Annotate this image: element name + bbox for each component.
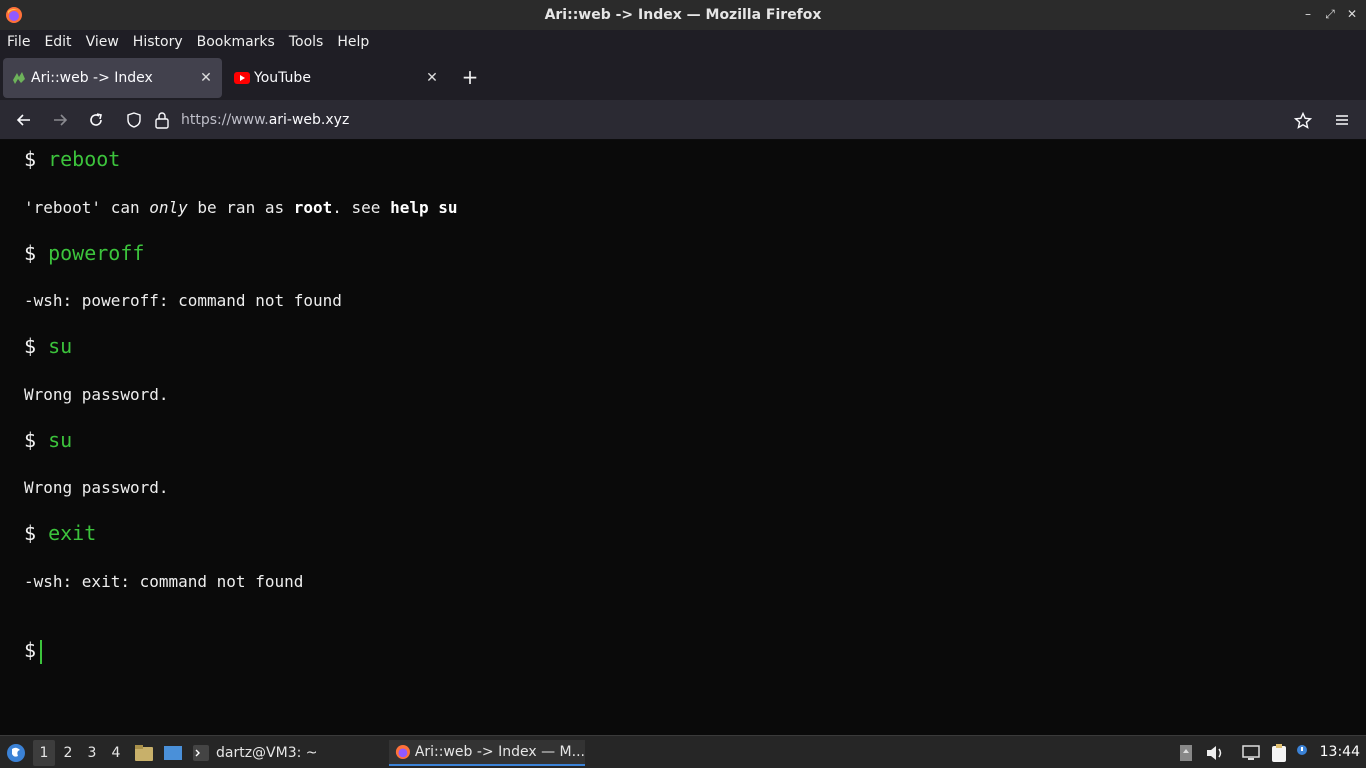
navigation-toolbar: https://www.ari-web.xyz (0, 100, 1366, 140)
close-window-button[interactable]: ✕ (1346, 7, 1358, 22)
prompt-line: $ exit (24, 521, 96, 545)
speaker-icon (1207, 746, 1222, 760)
hamburger-menu-icon (1336, 115, 1348, 125)
window-titlebar: Ari::web -> Index — Mozilla Firefox – ⤢ … (0, 0, 1366, 30)
prompt-line: $ poweroff (24, 241, 144, 265)
show-desktop-button[interactable] (162, 740, 184, 766)
text-cursor[interactable] (40, 639, 43, 664)
star-bookmark-icon[interactable] (1294, 112, 1312, 130)
desktop-icon (164, 746, 182, 760)
lock-icon[interactable] (154, 111, 170, 129)
forward-button[interactable] (48, 108, 72, 132)
tray-updates[interactable] (1177, 740, 1195, 766)
taskbar-task-terminal[interactable]: dartz@VM3: ~ (192, 740, 372, 766)
ari-web-favicon-icon (11, 70, 27, 86)
prompt-symbol: $ (24, 521, 37, 545)
page-content[interactable]: $ reboot 'reboot' can only be ran as roo… (0, 141, 1366, 735)
output-line: Wrong password. (24, 385, 169, 404)
prompt-symbol: $ (24, 638, 37, 662)
tab-youtube[interactable]: YouTube ✕ (226, 58, 448, 98)
output-line: -wsh: poweroff: command not found (24, 291, 342, 310)
prompt-line: $ reboot (24, 147, 120, 171)
menubar: File Edit View History Bookmarks Tools H… (0, 30, 1366, 54)
url-text[interactable]: https://www.ari-web.xyz (181, 112, 349, 128)
prompt-symbol: $ (24, 147, 37, 171)
shield-icon[interactable] (126, 112, 142, 128)
notification-icon (1297, 745, 1307, 755)
clipboard-icon (1272, 744, 1286, 762)
workspace-3[interactable]: 3 (81, 740, 103, 766)
package-icon (1180, 745, 1192, 761)
output-text: . see (332, 198, 391, 217)
tab-label: YouTube (254, 70, 311, 86)
firefox-icon (395, 744, 410, 760)
url-prefix: https://www. (181, 112, 269, 128)
url-host: ari-web.xyz (268, 112, 350, 128)
menu-edit[interactable]: Edit (44, 34, 71, 50)
arrow-right-icon (54, 114, 68, 126)
task-label: Ari::web -> Index — M... (414, 744, 585, 760)
output-text: 'reboot' can (24, 198, 150, 217)
menu-tools[interactable]: Tools (289, 34, 324, 50)
distro-logo-icon (7, 744, 25, 762)
tray-network[interactable] (1240, 740, 1262, 766)
terminal-icon (193, 745, 209, 761)
command-text: reboot (48, 147, 121, 171)
close-tab-icon[interactable]: ✕ (196, 70, 216, 86)
app-menu-button[interactable] (1330, 108, 1354, 132)
menu-history[interactable]: History (133, 34, 183, 50)
tray-volume[interactable] (1204, 740, 1226, 766)
tray-notifications[interactable] (1294, 740, 1310, 766)
tray-clipboard[interactable] (1268, 740, 1290, 766)
workspace-4[interactable]: 4 (105, 740, 127, 766)
output-strong: root (293, 198, 333, 217)
task-label: dartz@VM3: ~ (216, 745, 318, 761)
workspace-1[interactable]: 1 (33, 740, 55, 766)
output-line: 'reboot' can only be ran as root. see he… (24, 198, 458, 217)
menu-view[interactable]: View (86, 34, 119, 50)
menu-help[interactable]: Help (337, 34, 369, 50)
prompt-symbol: $ (24, 334, 37, 358)
taskbar-task-firefox[interactable]: Ari::web -> Index — M... (389, 740, 585, 766)
start-menu-button[interactable] (4, 740, 28, 766)
output-line: Wrong password. (24, 478, 169, 497)
url-bar[interactable]: https://www.ari-web.xyz (120, 104, 1320, 136)
workspace-2[interactable]: 2 (57, 740, 79, 766)
maximize-button[interactable]: ⤢ (1324, 7, 1336, 22)
window-title: Ari::web -> Index — Mozilla Firefox (544, 7, 822, 23)
menu-bookmarks[interactable]: Bookmarks (197, 34, 275, 50)
minimize-button[interactable]: – (1302, 7, 1314, 22)
file-manager-launcher[interactable] (133, 740, 155, 766)
back-button[interactable] (12, 108, 36, 132)
menu-file[interactable]: File (7, 34, 30, 50)
close-tab-icon[interactable]: ✕ (422, 70, 442, 86)
command-text: su (48, 334, 73, 358)
output-line: -wsh: exit: command not found (24, 572, 304, 591)
prompt-line: $ su (24, 428, 72, 452)
network-monitor-icon (1242, 745, 1260, 760)
reload-icon (90, 113, 102, 126)
prompt-line: $ su (24, 334, 72, 358)
clock[interactable]: 13:44 (1320, 744, 1360, 760)
command-text: su (48, 428, 73, 452)
command-input-line[interactable]: $ (24, 638, 43, 664)
new-tab-button[interactable]: + (458, 66, 482, 90)
folder-icon (135, 745, 153, 761)
tab-ari-web[interactable]: Ari::web -> Index ✕ (3, 58, 222, 98)
output-emphasis: only (149, 198, 188, 217)
tab-strip: Ari::web -> Index ✕ YouTube ✕ + (0, 54, 1366, 100)
reload-button[interactable] (84, 108, 108, 132)
command-text: exit (48, 521, 97, 545)
tab-label: Ari::web -> Index (31, 70, 153, 86)
prompt-symbol: $ (24, 241, 37, 265)
output-strong: help su (390, 198, 458, 217)
output-text: be ran as (187, 198, 294, 217)
prompt-symbol: $ (24, 428, 37, 452)
arrow-left-icon (16, 114, 30, 126)
taskbar: 1 2 3 4 dartz@VM3: ~ Ari::web -> Index —… (0, 735, 1366, 768)
youtube-favicon-icon (234, 70, 250, 86)
firefox-logo-icon (6, 7, 22, 23)
command-text: poweroff (48, 241, 145, 265)
